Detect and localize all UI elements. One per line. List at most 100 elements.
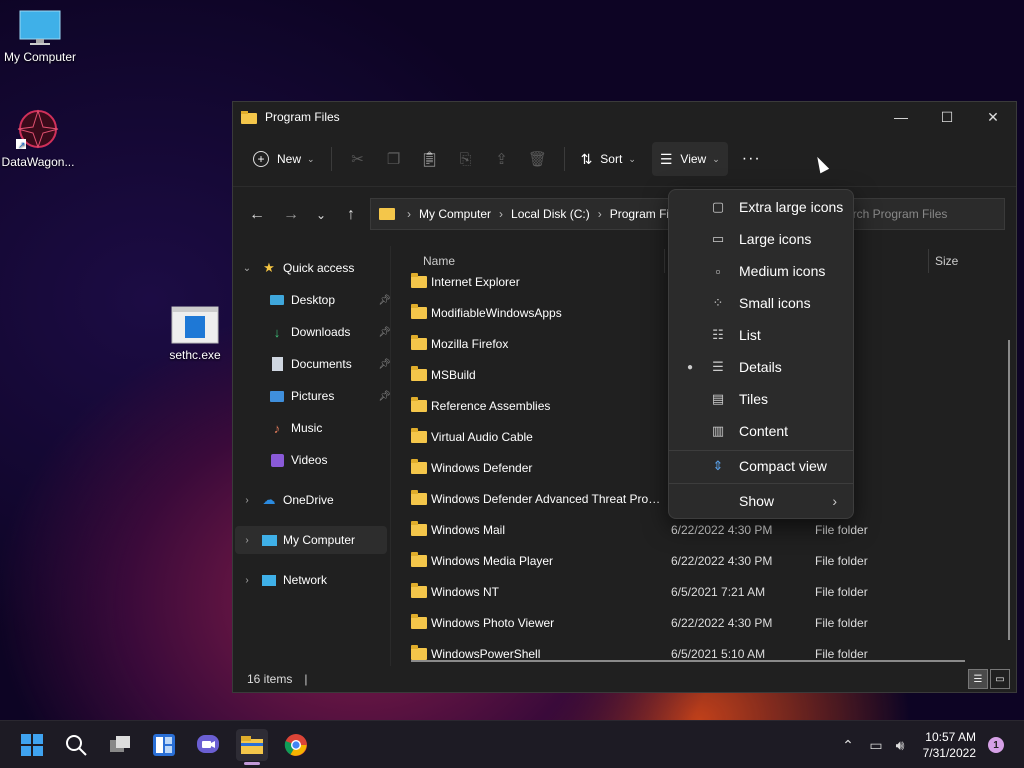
chat-icon[interactable] [192, 729, 224, 761]
sidebar-item-videos[interactable]: Videos [269, 446, 379, 474]
sidebar-item-documents[interactable]: Documents 📌︎ [269, 350, 391, 378]
widgets-icon[interactable] [148, 729, 180, 761]
chrome-icon[interactable] [280, 729, 312, 761]
file-explorer-taskbar-icon[interactable] [236, 729, 268, 761]
system-clock[interactable]: 10:57 AM 7/31/2022 [923, 729, 976, 761]
vertical-scrollbar[interactable] [1008, 340, 1010, 640]
chevron-down-icon: ⌄ [242, 262, 252, 274]
table-row[interactable]: Windows NT 6/5/2021 7:21 AM File folder [409, 576, 994, 607]
file-name: Windows Mail [431, 522, 506, 537]
breadcrumb-my-computer[interactable]: My Computer [419, 207, 491, 221]
medium-icons-icon: ▫ [715, 263, 721, 279]
start-button[interactable] [16, 729, 48, 761]
file-name: Mozilla Firefox [431, 336, 509, 351]
sidebar-item-desktop[interactable]: Desktop 📌︎ [269, 286, 391, 314]
content-icon: ▥ [711, 423, 725, 438]
menu-item-large-icons[interactable]: ▭ Large icons [673, 224, 851, 254]
delete-icon[interactable]: 🗑︎ [520, 142, 556, 176]
desktop-folder-icon [269, 292, 285, 308]
menu-item-details[interactable]: ● ☰ Details [673, 352, 851, 382]
new-label: New [277, 152, 302, 166]
chevron-up-icon[interactable]: ⌃ [838, 737, 858, 754]
sort-button[interactable]: ⇅ Sort ⌄ [573, 142, 644, 176]
close-button[interactable]: ✕ [970, 102, 1016, 132]
download-icon: ↓ [273, 324, 281, 340]
chevron-right-icon: › [245, 574, 249, 586]
sidebar-item-quick-access[interactable]: ⌄ ★ Quick access [239, 254, 387, 282]
folder-icon [411, 551, 427, 567]
new-button[interactable]: + New ⌄ [245, 142, 323, 176]
desktop-icon-sethc[interactable]: sethc.exe [155, 306, 235, 362]
volume-icon[interactable]: 🔊︎ [888, 737, 912, 754]
up-icon[interactable]: ↑ [335, 199, 367, 231]
folder-icon [411, 613, 427, 629]
maximize-button[interactable]: ☐ [924, 102, 970, 132]
menu-item-compact-view[interactable]: ⇕ Compact view [673, 451, 851, 481]
cut-icon[interactable]: ✂ [340, 142, 376, 176]
desktop-icon-my-computer[interactable]: My Computer [0, 10, 80, 64]
sidebar-item-label: My Computer [283, 533, 356, 547]
paste-icon[interactable]: 📋︎ [412, 142, 448, 176]
sidebar-item-pictures[interactable]: Pictures 📌︎ [269, 382, 391, 410]
file-type: File folder [815, 522, 868, 537]
compact-view-icon: ⇕ [712, 458, 724, 473]
table-row[interactable]: Windows Media Player 6/22/2022 4:30 PM Fil… [409, 545, 994, 576]
menu-item-content[interactable]: ▥ Content [673, 416, 851, 446]
menu-item-small-icons[interactable]: ⁘ Small icons [673, 288, 851, 318]
sidebar-item-onedrive[interactable]: › ☁ OneDrive [239, 486, 387, 514]
sidebar-item-my-computer[interactable]: › My Computer [235, 526, 387, 554]
sidebar-item-downloads[interactable]: ↓ Downloads 📌︎ [269, 318, 391, 346]
notification-badge[interactable]: 1 [988, 737, 1004, 753]
table-row[interactable]: Windows Photo Viewer 6/22/2022 4:30 PM Fil… [409, 607, 994, 638]
sidebar-item-label: Network [283, 573, 328, 587]
desktop-icon-datawagon[interactable]: ↗ DataWagon... [0, 107, 78, 169]
sidebar-item-label: OneDrive [283, 493, 334, 507]
details-view-icon[interactable]: ☰ [968, 669, 988, 689]
forward-icon[interactable]: → [275, 199, 307, 231]
file-type: File folder [815, 584, 868, 599]
music-icon: ♪ [273, 420, 281, 436]
breadcrumb-chevron-icon: › [407, 207, 411, 221]
rename-icon[interactable]: ⎘ [448, 142, 484, 176]
more-options-button[interactable]: ··· [734, 142, 769, 176]
menu-item-show[interactable]: Show › [673, 486, 851, 516]
back-icon[interactable]: ← [241, 199, 273, 231]
sidebar-item-network[interactable]: › Network [239, 566, 387, 594]
horizontal-scrollbar[interactable] [411, 660, 965, 662]
document-icon [269, 356, 285, 372]
address-bar[interactable]: › My Computer › Local Disk (C:) › Progra… [370, 198, 675, 230]
pictures-icon [269, 388, 285, 404]
search-icon[interactable] [60, 729, 92, 761]
minimize-button[interactable]: — [878, 102, 924, 132]
extra-large-icons-icon: ▢ [711, 199, 725, 214]
file-name: Reference Assemblies [431, 398, 551, 413]
pane-divider[interactable] [390, 246, 391, 666]
menu-item-medium-icons[interactable]: ▫ Medium icons [673, 256, 851, 286]
large-icons-view-icon[interactable]: ▭ [990, 669, 1010, 689]
task-view-icon[interactable] [104, 729, 136, 761]
search-input[interactable]: arch Program Files [833, 198, 1005, 230]
menu-item-list[interactable]: ☷ List [673, 320, 851, 350]
network-status-icon[interactable]: ▭ [864, 737, 888, 754]
chevron-down-icon: ⌄ [628, 153, 636, 164]
breadcrumb-program-files[interactable]: Program Fi [610, 207, 669, 221]
title-bar[interactable]: Program Files — ☐ ✕ [233, 102, 1016, 132]
menu-item-label: Large icons [739, 231, 812, 247]
copy-icon[interactable]: ❐ [376, 142, 412, 176]
chevron-down-icon: ⌄ [307, 153, 315, 164]
recent-locations-icon[interactable]: ⌄ [307, 199, 335, 231]
sidebar-item-music[interactable]: ♪ Music [269, 414, 379, 442]
share-icon[interactable]: ⇪ [484, 142, 520, 176]
menu-item-extra-large-icons[interactable]: ▢ Extra large icons [673, 192, 851, 222]
breadcrumb-local-disk[interactable]: Local Disk (C:) [511, 207, 590, 221]
svg-text:↗: ↗ [18, 140, 26, 150]
file-name: Windows Defender Advanced Threat Prot... [431, 491, 661, 506]
datawagon-icon: ↗ [16, 107, 60, 151]
folder-icon [411, 334, 427, 350]
folder-icon [411, 520, 427, 536]
folder-icon [411, 427, 427, 443]
desktop-icon-label: My Computer [3, 50, 77, 64]
window-title: Program Files [265, 110, 340, 124]
view-button[interactable]: ☰ View ⌄ [651, 142, 728, 176]
menu-item-tiles[interactable]: ▤ Tiles [673, 384, 851, 414]
